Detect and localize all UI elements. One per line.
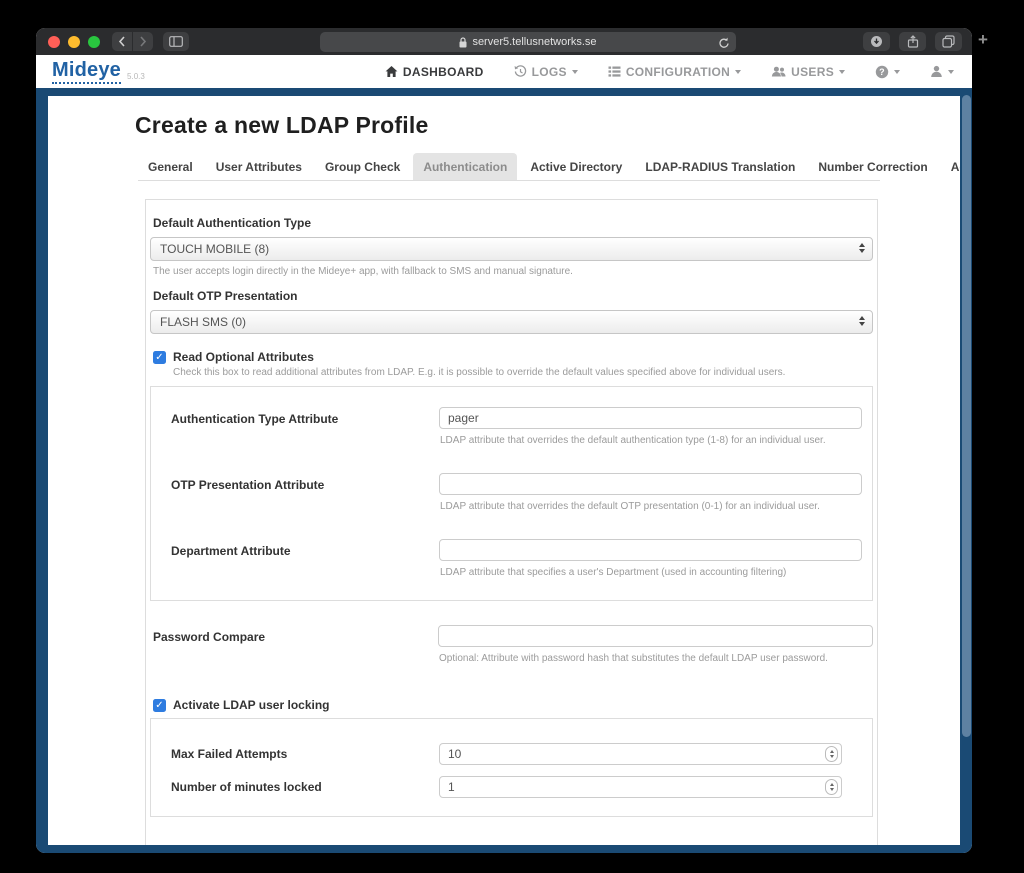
dept-attr-label: Department Attribute bbox=[161, 539, 439, 592]
window-controls bbox=[48, 36, 100, 48]
sidebar-icon bbox=[169, 36, 183, 47]
minutes-locked-input[interactable] bbox=[439, 776, 842, 798]
default-auth-type-help: The user accepts login directly in the M… bbox=[153, 266, 873, 277]
password-compare-input[interactable] bbox=[438, 625, 873, 647]
menu-label: USERS bbox=[791, 65, 834, 79]
address-bar[interactable]: server5.tellusnetworks.se bbox=[320, 32, 736, 52]
menu-item-dashboard[interactable]: DASHBOARD bbox=[385, 65, 484, 79]
menu-label: DASHBOARD bbox=[403, 65, 484, 79]
password-compare-label: Password Compare bbox=[150, 625, 438, 678]
menu-item-account[interactable] bbox=[930, 65, 954, 78]
chevron-down-icon bbox=[839, 70, 845, 74]
tab-active-directory[interactable]: Active Directory bbox=[520, 153, 632, 180]
auth-type-attr-label: Authentication Type Attribute bbox=[161, 407, 439, 460]
main-menu: DASHBOARD LOGS CONFIGURATION bbox=[385, 65, 956, 79]
activate-locking-label: Activate LDAP user locking bbox=[173, 698, 330, 712]
menu-label: LOGS bbox=[532, 65, 567, 79]
tab-group-check[interactable]: Group Check bbox=[315, 153, 410, 180]
select-value: TOUCH MOBILE (8) bbox=[160, 242, 269, 256]
dept-attr-input[interactable] bbox=[439, 539, 862, 561]
read-optional-label: Read Optional Attributes bbox=[173, 350, 314, 364]
downloads-button[interactable] bbox=[863, 32, 890, 51]
auth-type-attr-input[interactable] bbox=[439, 407, 862, 429]
select-value: FLASH SMS (0) bbox=[160, 315, 246, 329]
tab-number-correction[interactable]: Number Correction bbox=[808, 153, 937, 180]
read-optional-checkbox[interactable]: ✓ bbox=[153, 351, 166, 364]
select-caret-icon bbox=[859, 243, 865, 253]
lock-icon bbox=[459, 37, 467, 48]
new-tab-plus[interactable]: + bbox=[978, 30, 988, 50]
svg-text:?: ? bbox=[879, 67, 885, 77]
menu-item-logs[interactable]: LOGS bbox=[514, 65, 578, 79]
list-icon bbox=[608, 65, 621, 78]
dept-attr-help: LDAP attribute that specifies a user's D… bbox=[440, 567, 862, 578]
read-optional-help: Check this box to read additional attrib… bbox=[173, 367, 873, 378]
chevron-down-icon bbox=[735, 70, 741, 74]
activate-locking-checkbox[interactable]: ✓ bbox=[153, 699, 166, 712]
app-navbar: Mideye 5.0.3 DASHBOARD LOGS bbox=[36, 55, 972, 88]
default-otp-label: Default OTP Presentation bbox=[153, 289, 873, 303]
history-icon bbox=[514, 65, 527, 78]
password-compare-help: Optional: Attribute with password hash t… bbox=[439, 653, 873, 664]
auth-type-attr-help: LDAP attribute that overrides the defaul… bbox=[440, 435, 862, 446]
tab-user-attributes[interactable]: User Attributes bbox=[206, 153, 312, 180]
chevron-down-icon bbox=[948, 70, 954, 74]
tabs-icon bbox=[942, 35, 955, 48]
zoom-window-button[interactable] bbox=[88, 36, 100, 48]
page-content: Create a new LDAP Profile General User A… bbox=[48, 96, 960, 845]
chevron-right-icon bbox=[139, 36, 147, 47]
close-window-button[interactable] bbox=[48, 36, 60, 48]
authentication-form-panel: Default Authentication Type TOUCH MOBILE… bbox=[145, 199, 878, 845]
home-icon bbox=[385, 65, 398, 78]
download-icon bbox=[870, 35, 883, 48]
otp-attr-input[interactable] bbox=[439, 473, 862, 495]
otp-attr-label: OTP Presentation Attribute bbox=[161, 473, 439, 526]
mideye-logo[interactable]: Mideye bbox=[52, 60, 121, 84]
profile-tabs: General User Attributes Group Check Auth… bbox=[138, 153, 880, 181]
tab-advanced[interactable]: Advanced bbox=[941, 153, 960, 180]
max-failed-input[interactable] bbox=[439, 743, 842, 765]
sidebar-toggle-button[interactable] bbox=[163, 32, 189, 51]
browser-forward-button[interactable] bbox=[133, 32, 153, 51]
optional-attributes-box: Authentication Type Attribute LDAP attri… bbox=[150, 386, 873, 601]
select-caret-icon bbox=[859, 316, 865, 326]
tab-general[interactable]: General bbox=[138, 153, 203, 180]
share-button[interactable] bbox=[899, 32, 926, 51]
tab-overview-button[interactable] bbox=[935, 32, 962, 51]
user-locking-box: Max Failed Attempts Number of minutes lo… bbox=[150, 718, 873, 817]
app-version: 5.0.3 bbox=[127, 72, 145, 84]
tab-authentication[interactable]: Authentication bbox=[413, 153, 517, 180]
reload-icon bbox=[718, 37, 730, 49]
max-failed-label: Max Failed Attempts bbox=[161, 747, 439, 761]
otp-attr-help: LDAP attribute that overrides the defaul… bbox=[440, 501, 862, 512]
minimize-window-button[interactable] bbox=[68, 36, 80, 48]
default-otp-select[interactable]: FLASH SMS (0) bbox=[150, 310, 873, 334]
page-title: Create a new LDAP Profile bbox=[135, 112, 880, 139]
menu-item-configuration[interactable]: CONFIGURATION bbox=[608, 65, 741, 79]
users-icon bbox=[771, 65, 786, 78]
default-auth-type-label: Default Authentication Type bbox=[153, 216, 873, 230]
browser-back-button[interactable] bbox=[112, 32, 132, 51]
question-circle-icon: ? bbox=[875, 65, 889, 79]
browser-toolbar: server5.tellusnetworks.se bbox=[36, 28, 972, 55]
number-stepper[interactable] bbox=[825, 779, 838, 795]
menu-item-help[interactable]: ? bbox=[875, 65, 900, 79]
share-icon bbox=[907, 35, 919, 48]
menu-item-users[interactable]: USERS bbox=[771, 65, 845, 79]
chevron-left-icon bbox=[118, 36, 126, 47]
desktop-background: server5.tellusnetworks.se Mideye bbox=[0, 0, 1024, 873]
minutes-locked-label: Number of minutes locked bbox=[161, 780, 439, 794]
number-stepper[interactable] bbox=[825, 746, 838, 762]
chevron-down-icon bbox=[572, 70, 578, 74]
tab-ldap-radius-translation[interactable]: LDAP-RADIUS Translation bbox=[635, 153, 805, 180]
browser-window: server5.tellusnetworks.se Mideye bbox=[36, 28, 972, 853]
menu-label: CONFIGURATION bbox=[626, 65, 730, 79]
default-auth-type-select[interactable]: TOUCH MOBILE (8) bbox=[150, 237, 873, 261]
reload-button[interactable] bbox=[718, 36, 730, 54]
user-icon bbox=[930, 65, 943, 78]
page-scrollbar[interactable] bbox=[962, 95, 971, 737]
url-text: server5.tellusnetworks.se bbox=[472, 36, 596, 48]
chevron-down-icon bbox=[894, 70, 900, 74]
page-frame: Create a new LDAP Profile General User A… bbox=[36, 88, 972, 853]
